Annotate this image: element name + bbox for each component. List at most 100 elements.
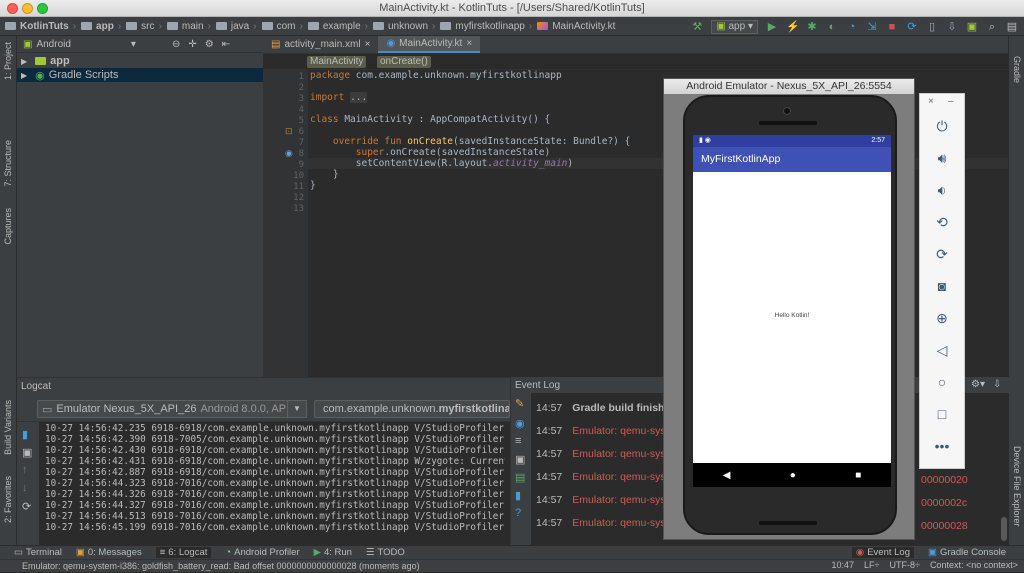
line-number: 12	[293, 193, 304, 203]
tab-terminal[interactable]: ▭ Terminal	[14, 547, 62, 558]
clear-all-icon[interactable]: ▮	[515, 489, 521, 502]
screenshot-icon[interactable]: ▣	[22, 446, 32, 459]
run-icon[interactable]: ▶	[766, 21, 778, 33]
hide-panel-icon[interactable]: ⇩	[993, 379, 1001, 390]
coverage-icon[interactable]: ◐	[826, 21, 838, 33]
debug-icon[interactable]: ✱	[806, 21, 818, 33]
class-gutter-icon[interactable]: ⊡	[285, 126, 293, 137]
search-icon[interactable]: ⌕	[986, 21, 998, 33]
view-dropdown-icon[interactable]: ▾	[131, 39, 136, 50]
crumb-project[interactable]: KotlinTuts ›	[5, 21, 76, 32]
rotate-right-icon[interactable]: ⟳	[920, 246, 964, 263]
hammer-icon[interactable]: ⚒	[691, 21, 703, 33]
avd-manager-icon[interactable]: ▯	[926, 21, 938, 33]
clear-log-icon[interactable]: ▮	[22, 428, 28, 441]
crumb-example[interactable]: example ›	[307, 21, 368, 32]
soft-wrap-icon[interactable]: ≡	[515, 435, 521, 447]
crumb-file[interactable]: MainActivity.kt	[537, 21, 615, 32]
camera-screenshot-icon[interactable]: ◙	[920, 278, 964, 294]
settings-gear-icon[interactable]: ⚙▾	[971, 379, 985, 390]
minimize-emulator-icon[interactable]: –	[948, 96, 954, 107]
tab-main-activity-kt[interactable]: ◉ MainActivity.kt ×	[378, 36, 481, 53]
volume-down-icon[interactable]: 🔉︎	[920, 182, 964, 199]
bubble-icon[interactable]: ◉	[515, 417, 525, 430]
tab-build-variants[interactable]: Build Variants	[3, 400, 13, 455]
power-icon[interactable]: ⏻	[920, 118, 964, 135]
profiler-icon[interactable]: ◔	[846, 21, 858, 33]
expand-arrow-icon[interactable]: ▶	[21, 71, 27, 80]
crumb-app[interactable]: app ›	[81, 21, 121, 32]
tab-structure[interactable]: 7: Structure	[3, 140, 13, 187]
device-select[interactable]: ▭ Emulator Nexus_5X_API_26 Android 8.0.0…	[37, 400, 307, 418]
collapse-icon[interactable]: ⊖	[172, 39, 180, 50]
more-icon[interactable]: •••	[920, 438, 964, 454]
run-config-select[interactable]: ▣ app ▾	[711, 19, 758, 34]
home-icon[interactable]: ○	[920, 374, 964, 390]
device-dropdown-icon[interactable]: ▼	[287, 400, 307, 418]
restart-icon[interactable]: ⟳	[22, 500, 31, 513]
project-view-select[interactable]: Android	[36, 39, 70, 50]
crumb-com[interactable]: com ›	[261, 21, 303, 32]
tab-favorites[interactable]: 2: Favorites	[3, 476, 13, 523]
breadcrumb-class[interactable]: MainActivity	[307, 56, 367, 68]
line-separator[interactable]: LF÷	[864, 559, 879, 572]
zoom-icon[interactable]: ⊕	[920, 310, 964, 327]
tab-run[interactable]: ▶ 4: Run	[314, 547, 352, 558]
close-emulator-icon[interactable]: ×	[928, 96, 934, 107]
scroll-up-icon[interactable]: ↑	[22, 464, 28, 476]
rotate-left-icon[interactable]: ⟲	[920, 214, 964, 231]
layout-icon[interactable]: ▣	[515, 453, 525, 466]
tab-gradle[interactable]: Gradle	[1012, 56, 1022, 83]
tab-gradle-console[interactable]: ▣ Gradle Console	[928, 547, 1006, 558]
crumb-unknown[interactable]: unknown ›	[373, 21, 435, 32]
sync-icon[interactable]: ⟳	[906, 21, 918, 33]
tab-device-file-explorer[interactable]: Device File Explorer	[1012, 446, 1022, 527]
tab-messages[interactable]: ▣ 0: Messages	[76, 547, 142, 558]
breadcrumb-method[interactable]: onCreate()	[377, 56, 431, 68]
sdk-manager-icon[interactable]: ⇩	[946, 21, 958, 33]
settings-icon[interactable]: ✎	[515, 397, 524, 410]
expand-arrow-icon[interactable]: ▶	[21, 57, 27, 66]
tab-android-profiler[interactable]: ◔ Android Profiler	[225, 547, 299, 558]
scrollbar-thumb[interactable]	[1001, 517, 1007, 541]
event-log-icon[interactable]: ▤	[1006, 21, 1018, 33]
tab-todo[interactable]: ☰ TODO	[366, 547, 405, 558]
phone-screen[interactable]: ▮ ◉ 2:57 MyFirstKotlinApp Hello Kotlin! ◀…	[693, 135, 891, 487]
android-monitor-icon[interactable]: ▣	[966, 21, 978, 33]
android-nav-bar: ◀ ● ■	[693, 463, 891, 487]
overview-icon[interactable]: □	[920, 406, 964, 422]
close-tab-icon[interactable]: ×	[365, 39, 371, 50]
tab-activity-main-xml[interactable]: ▤ activity_main.xml ×	[263, 36, 378, 53]
attach-debugger-icon[interactable]: ⇲	[866, 21, 878, 33]
home-icon[interactable]: ●	[790, 470, 796, 481]
close-tab-icon[interactable]: ×	[466, 38, 472, 49]
apply-changes-icon[interactable]: ⚡	[786, 21, 800, 33]
crumb-src[interactable]: src ›	[126, 21, 162, 32]
stop-icon[interactable]: ■	[886, 21, 898, 33]
back-icon[interactable]: ◁	[920, 342, 964, 359]
context-indicator[interactable]: Context: <no context>	[930, 559, 1018, 572]
file-encoding[interactable]: UTF-8÷	[890, 559, 920, 572]
tab-captures[interactable]: Captures	[3, 208, 13, 245]
tree-item-app[interactable]: ▶ app	[17, 54, 263, 68]
logcat-toolbar: ▮ ▣ ↑ ↓ ⟳	[17, 422, 39, 546]
tab-logcat[interactable]: ≡ 6: Logcat	[155, 547, 212, 558]
override-gutter-icon[interactable]: ◉	[285, 148, 293, 159]
back-icon[interactable]: ◀	[723, 470, 731, 481]
settings-gear-icon[interactable]: ⚙	[205, 39, 214, 50]
help-icon[interactable]: ?	[515, 507, 521, 519]
scroll-down-icon[interactable]: ↓	[22, 482, 28, 494]
mark-read-icon[interactable]: ▤	[515, 471, 525, 484]
caret-position[interactable]: 10:47	[832, 559, 855, 572]
scroll-from-source-icon[interactable]: ✛	[188, 39, 196, 50]
crumb-java[interactable]: java ›	[215, 21, 257, 32]
hide-panel-icon[interactable]: ⇤	[222, 39, 230, 50]
package-select[interactable]: com.example.unknown. myfirstkotlinap	[314, 400, 510, 418]
recents-icon[interactable]: ■	[855, 470, 861, 481]
crumb-main[interactable]: main ›	[166, 21, 211, 32]
tab-event-log[interactable]: ◉ Event Log	[851, 547, 914, 558]
tab-project[interactable]: 1: Project	[3, 42, 13, 80]
crumb-package[interactable]: myfirstkotlinapp ›	[440, 21, 532, 32]
tree-item-gradle-scripts[interactable]: ▶ ◉ Gradle Scripts	[17, 68, 263, 82]
volume-up-icon[interactable]: 🔊︎	[920, 150, 964, 167]
